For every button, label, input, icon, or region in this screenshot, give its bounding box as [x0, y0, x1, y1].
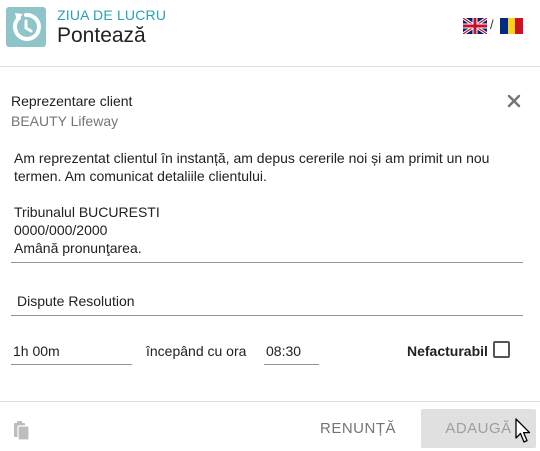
footer-divider	[0, 401, 540, 402]
cancel-button[interactable]: RENUNȚĂ	[311, 409, 405, 448]
non-billable-checkbox[interactable]	[493, 341, 510, 358]
project-field[interactable]: Dispute Resolution	[11, 293, 523, 316]
start-time-label: începând cu ora	[146, 343, 247, 359]
start-time-field[interactable]: 08:30	[264, 343, 319, 365]
duration-field[interactable]: 1h 00m	[11, 343, 132, 365]
page-title: Pontează	[57, 24, 146, 47]
language-separator: /	[490, 17, 494, 32]
client-value: BEAUTY Lifeway	[11, 113, 119, 129]
non-billable-label: Nefacturabil	[407, 343, 488, 359]
ro-flag-icon[interactable]	[500, 18, 524, 34]
close-icon[interactable]	[504, 91, 524, 111]
clock-icon	[6, 7, 46, 47]
mouse-cursor-icon	[515, 418, 531, 443]
uk-flag-icon[interactable]	[463, 18, 487, 34]
page-subtitle: ZIUA DE LUCRU	[57, 7, 167, 23]
header: ZIUA DE LUCRU Pontează /	[0, 0, 540, 67]
description-field[interactable]: Am reprezentat clientul în instanță, am …	[11, 149, 523, 263]
paste-icon[interactable]	[13, 420, 31, 440]
client-label: Reprezentare client	[11, 93, 133, 109]
